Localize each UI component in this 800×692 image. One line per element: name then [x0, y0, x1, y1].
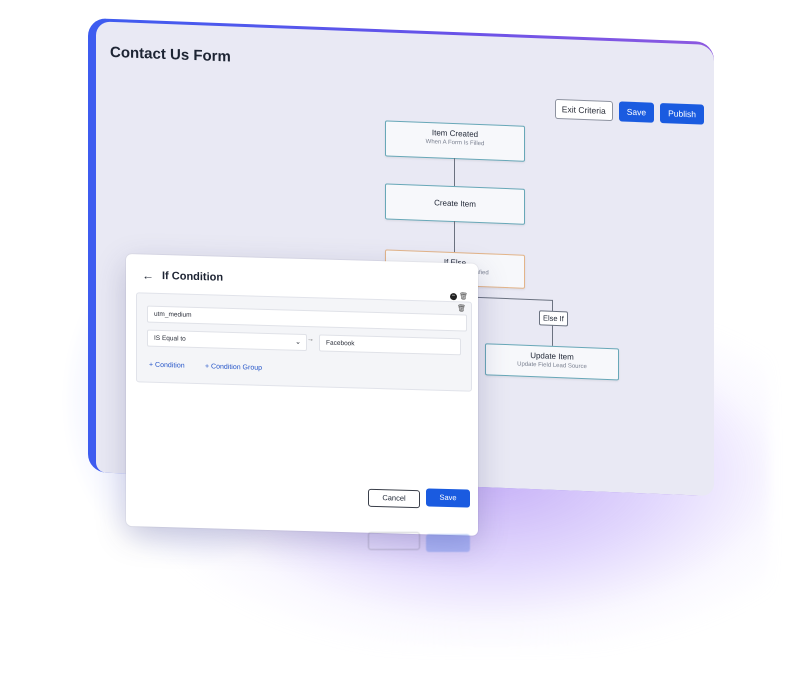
value-input[interactable]: Facebook — [319, 334, 461, 356]
node-update-item[interactable]: Update Item Update Field Lead Source — [485, 343, 619, 381]
page-title: Contact Us Form — [110, 43, 231, 66]
connector — [454, 158, 455, 187]
cancel-button[interactable]: Cancel — [368, 488, 420, 509]
if-condition-dialog: ← If Condition − 🗑 🗑 utm_medium IS Equal… — [126, 254, 478, 536]
operator-select[interactable]: IS Equal to ⌄ — [147, 329, 307, 352]
chevron-down-icon: ⌄ — [295, 338, 301, 346]
dialog-save-button[interactable]: Save — [426, 488, 470, 508]
dialog-title: If Condition — [162, 270, 224, 284]
toolbar: Exit Criteria Save Publish — [554, 98, 704, 125]
dialog-header: ← If Condition — [142, 268, 223, 284]
node-create-item[interactable]: Create Item — [385, 183, 525, 225]
condition-group: 🗑 utm_medium IS Equal to ⌄ → Facebook + … — [136, 292, 472, 392]
add-condition-link[interactable]: + Condition — [149, 362, 185, 370]
back-arrow-icon[interactable]: ← — [142, 268, 154, 282]
node-item-created[interactable]: Item Created When A Form Is Filled — [385, 120, 525, 162]
delete-group-icon[interactable]: 🗑 — [459, 292, 468, 300]
minus-icon[interactable]: − — [450, 293, 457, 301]
save-button[interactable]: Save — [618, 101, 655, 123]
publish-button[interactable]: Publish — [660, 102, 704, 125]
operator-value: IS Equal to — [154, 334, 186, 343]
field-input[interactable]: utm_medium — [147, 305, 467, 332]
exit-criteria-button[interactable]: Exit Criteria — [554, 98, 613, 122]
button-reflection — [368, 530, 474, 552]
add-condition-group-link[interactable]: + Condition Group — [205, 363, 262, 372]
arrow-right-icon: → — [307, 336, 314, 344]
connector — [454, 221, 455, 253]
delete-condition-icon[interactable]: 🗑 — [457, 304, 466, 312]
node-title: Create Item — [434, 198, 476, 209]
else-if-label: Else If — [539, 310, 568, 327]
